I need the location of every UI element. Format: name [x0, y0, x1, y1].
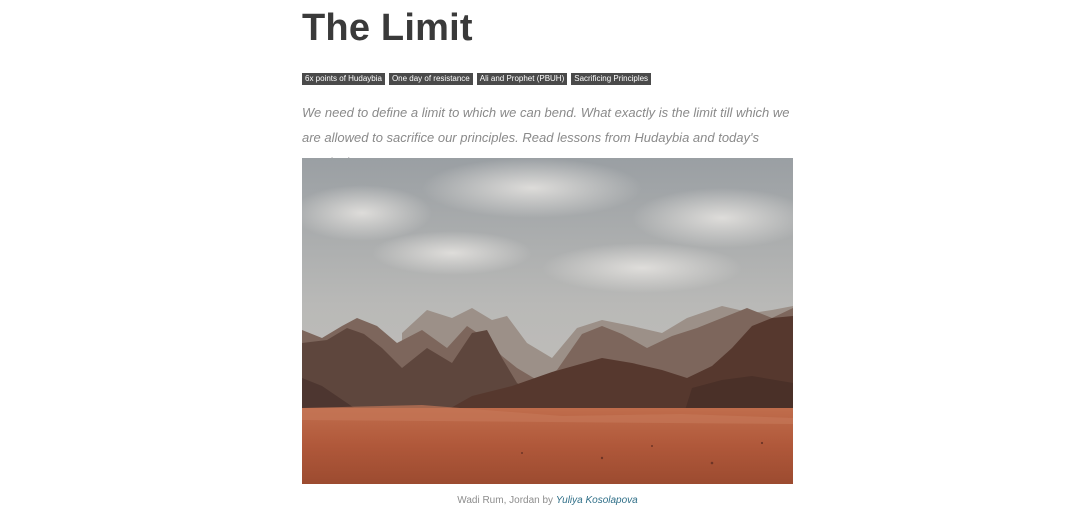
photographer-credit-link[interactable]: Yuliya Kosolapova [556, 495, 638, 506]
tag-list: 6x points of Hudaybia One day of resista… [302, 73, 652, 85]
article-title: The Limit [302, 7, 473, 49]
tag-ali-and-prophet[interactable]: Ali and Prophet (PBUH) [476, 73, 568, 85]
tag-hudaybia-points[interactable]: 6x points of Hudaybia [302, 73, 385, 85]
caption-text: Wadi Rum, Jordan by [457, 495, 556, 506]
image-caption: Wadi Rum, Jordan by Yuliya Kosolapova [302, 495, 793, 507]
tag-sacrificing-principles[interactable]: Sacrificing Principles [571, 73, 652, 85]
tag-one-day-resistance[interactable]: One day of resistance [388, 73, 473, 85]
hero-image [302, 158, 793, 484]
